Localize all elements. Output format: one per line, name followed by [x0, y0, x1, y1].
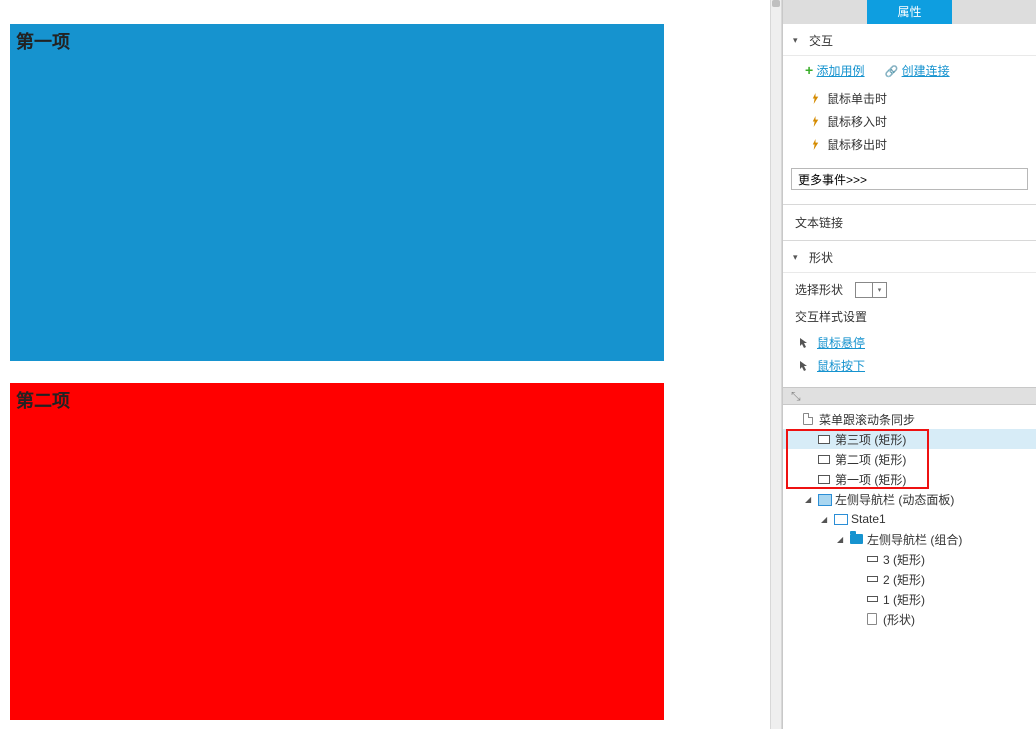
interaction-style-settings: 交互样式设置 鼠标悬停 鼠标按下	[783, 308, 1036, 387]
outline-item-3-label: 第三项 (矩形)	[835, 431, 906, 448]
event-click-label: 鼠标单击时	[827, 90, 887, 107]
outline-item-3[interactable]: ▸ 第三项 (矩形)	[783, 429, 1036, 449]
outline-nav-panel-label: 左侧导航栏 (动态面板)	[835, 491, 954, 508]
highlighted-group: ▸ 第三项 (矩形) ▸ 第二项 (矩形) ▸ 第一项 (矩形)	[783, 429, 1036, 489]
vertical-scrollbar[interactable]: ▴	[770, 0, 782, 729]
select-shape-label: 选择形状	[795, 281, 843, 298]
block-title-2: 第二项	[16, 387, 658, 413]
block-item-2[interactable]: 第二项	[10, 383, 664, 720]
state-icon	[833, 513, 847, 525]
tab-empty-left[interactable]	[783, 0, 867, 24]
rect-icon	[817, 453, 831, 465]
plus-icon: +	[805, 62, 813, 78]
lightning-icon	[809, 93, 821, 105]
outline-item-2-label: 第二项 (矩形)	[835, 451, 906, 468]
down-cursor-icon	[799, 360, 811, 372]
outline-state1[interactable]: ◢ State1	[783, 509, 1036, 529]
block-title-1: 第一项	[16, 28, 658, 54]
istyle-down-row[interactable]: 鼠标按下	[795, 354, 1024, 377]
rect-icon	[817, 473, 831, 485]
section-header-interaction[interactable]: ▾ 交互	[783, 24, 1036, 56]
lightning-icon	[809, 139, 821, 151]
chevron-down-icon: ▾	[793, 35, 803, 46]
outline-item-1-label: 第一项 (矩形)	[835, 471, 906, 488]
dynamic-panel-icon	[817, 493, 831, 505]
outline-tree: ▸ 菜单跟滚动条同步 ▸ 第三项 (矩形) ▸ 第二项 (矩形) ▸ 第一项 (…	[783, 405, 1036, 629]
rect-small-icon	[865, 553, 879, 565]
text-link-label: 文本链接	[795, 216, 843, 230]
more-events-input[interactable]	[791, 168, 1028, 190]
more-events-field	[791, 168, 1028, 190]
dropdown-arrow-icon: ▾	[873, 282, 887, 298]
outline-state1-label: State1	[851, 512, 886, 526]
istyle-hover-label: 鼠标悬停	[817, 334, 865, 351]
interaction-actions: + 添加用例 🔗 创建连接	[783, 56, 1036, 87]
event-mousein-label: 鼠标移入时	[827, 113, 887, 130]
create-link-action[interactable]: 🔗 创建连接	[885, 62, 950, 79]
tab-properties[interactable]: 属性	[867, 0, 951, 24]
page-icon	[801, 413, 815, 425]
section-header-shape[interactable]: ▾ 形状	[783, 241, 1036, 273]
outline-nav-panel[interactable]: ◢ 左侧导航栏 (动态面板)	[783, 489, 1036, 509]
tree-collapse-icon[interactable]: ◢	[805, 495, 813, 504]
event-mouseout[interactable]: 鼠标移出时	[809, 133, 1036, 156]
add-case-label: 添加用例	[817, 64, 865, 78]
outline-shape[interactable]: ▸ (形状)	[783, 609, 1036, 629]
event-mouseout-label: 鼠标移出时	[827, 136, 887, 153]
shape-icon	[865, 613, 879, 625]
section-title-shape: 形状	[809, 249, 833, 266]
rect-small-icon	[865, 593, 879, 605]
outline-r3[interactable]: ▸ 3 (矩形)	[783, 549, 1036, 569]
hover-cursor-icon	[799, 337, 811, 349]
outline-r2-label: 2 (矩形)	[883, 571, 925, 588]
outline-r1[interactable]: ▸ 1 (矩形)	[783, 589, 1036, 609]
outline-root[interactable]: ▸ 菜单跟滚动条同步	[783, 409, 1036, 429]
rect-small-icon	[865, 573, 879, 585]
canvas-area: 第一项 第二项	[10, 24, 664, 742]
properties-panel: 属性 ▾ 交互 + 添加用例 🔗 创建连接 鼠标单击时 鼠标移入时 鼠标移出时 …	[782, 0, 1036, 729]
outline-item-1[interactable]: ▸ 第一项 (矩形)	[783, 469, 1036, 489]
rect-icon	[817, 433, 831, 445]
outline-nav-group[interactable]: ◢ 左侧导航栏 (组合)	[783, 529, 1036, 549]
tree-collapse-icon[interactable]: ◢	[821, 515, 829, 524]
lightning-icon	[809, 116, 821, 128]
link-icon: 🔗	[885, 66, 899, 78]
tab-empty-right[interactable]	[952, 0, 1036, 24]
add-case-action[interactable]: + 添加用例	[805, 62, 865, 79]
outline-item-2[interactable]: ▸ 第二项 (矩形)	[783, 449, 1036, 469]
events-list: 鼠标单击时 鼠标移入时 鼠标移出时	[783, 87, 1036, 166]
text-link-row[interactable]: 文本链接	[783, 204, 1036, 241]
outline-shape-label: (形状)	[883, 611, 915, 628]
shape-selector-row: 选择形状 ▾	[783, 273, 1036, 308]
shape-preview-icon	[855, 282, 873, 298]
outline-r2[interactable]: ▸ 2 (矩形)	[783, 569, 1036, 589]
block-item-1[interactable]: 第一项	[10, 24, 664, 361]
panel-tabbar: 属性	[783, 0, 1036, 24]
shape-dropdown[interactable]: ▾	[855, 282, 887, 298]
outline-header[interactable]: ⤡	[783, 387, 1036, 405]
istyle-hover-row[interactable]: 鼠标悬停	[795, 331, 1024, 354]
outline-nav-group-label: 左侧导航栏 (组合)	[867, 531, 962, 548]
event-mousein[interactable]: 鼠标移入时	[809, 110, 1036, 133]
outline-r1-label: 1 (矩形)	[883, 591, 925, 608]
pin-icon: ⤡	[791, 389, 801, 404]
folder-icon	[849, 533, 863, 545]
create-link-label: 创建连接	[902, 64, 950, 78]
scrollbar-thumb[interactable]	[772, 0, 780, 7]
istyle-down-label: 鼠标按下	[817, 357, 865, 374]
outline-r3-label: 3 (矩形)	[883, 551, 925, 568]
chevron-down-icon: ▾	[793, 252, 803, 263]
outline-root-label: 菜单跟滚动条同步	[819, 411, 915, 428]
tree-collapse-icon[interactable]: ◢	[837, 535, 845, 544]
section-title-interaction: 交互	[809, 32, 833, 49]
istyle-title: 交互样式设置	[795, 308, 1024, 325]
event-click[interactable]: 鼠标单击时	[809, 87, 1036, 110]
